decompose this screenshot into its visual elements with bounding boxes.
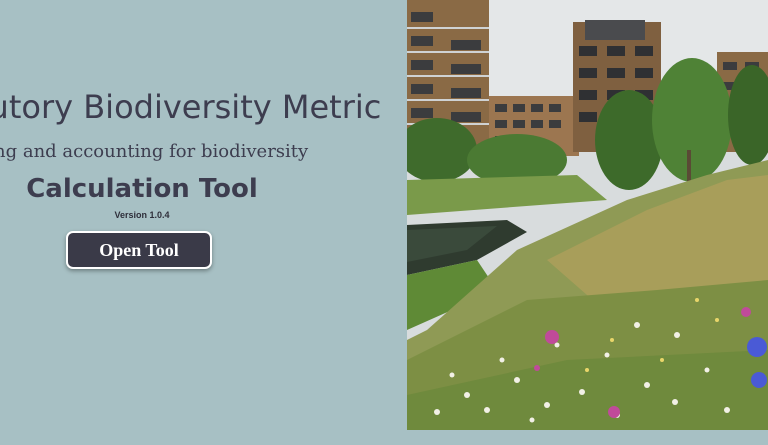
page-title: tutory Biodiversity Metric xyxy=(0,88,382,126)
hero-photo xyxy=(407,0,768,430)
hero-panel: tutory Biodiversity Metric ng and accoun… xyxy=(0,0,407,445)
tool-name-heading: Calculation Tool xyxy=(26,174,258,204)
page-subtitle: ng and accounting for biodiversity xyxy=(0,141,309,162)
open-tool-button[interactable]: Open Tool xyxy=(66,231,212,269)
bottom-strip xyxy=(407,430,768,445)
version-label: Version 1.0.4 xyxy=(114,210,170,220)
